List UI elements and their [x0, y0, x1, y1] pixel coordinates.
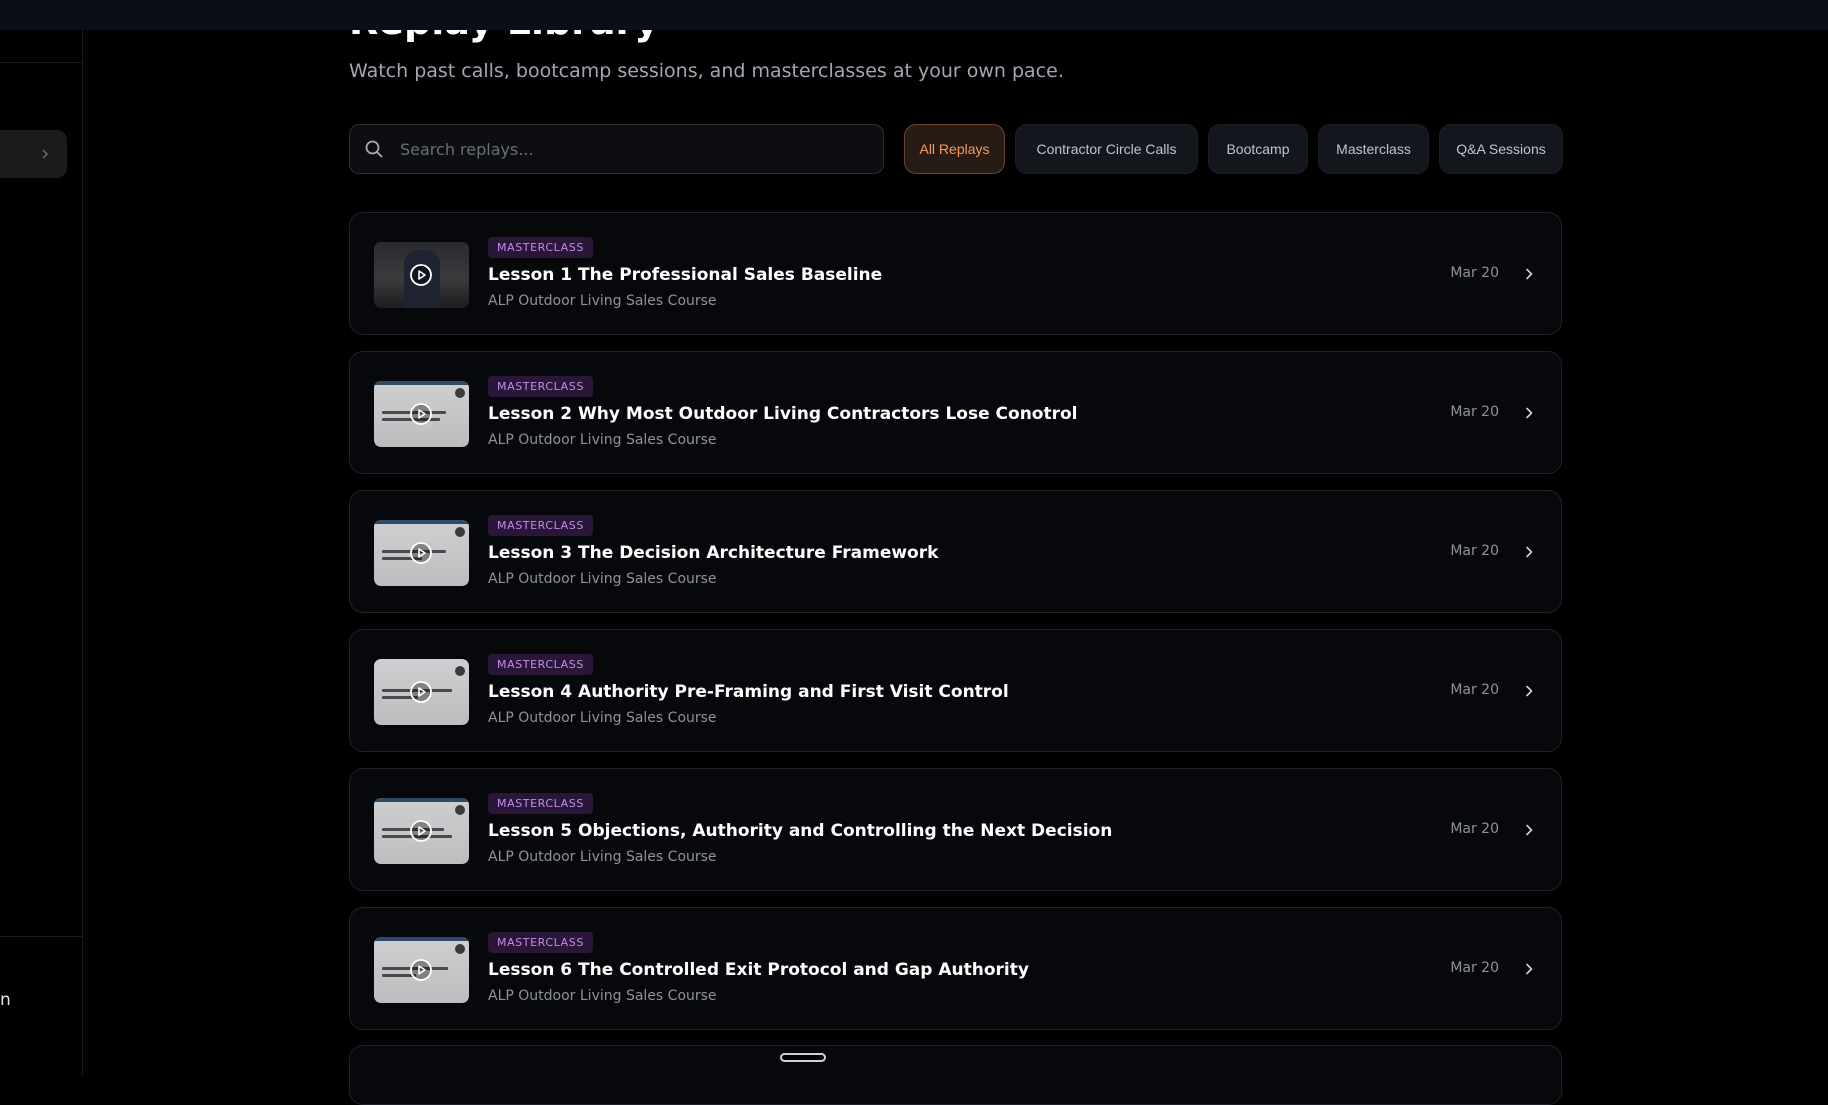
replay-card[interactable]: MASTERCLASS Lesson 3 The Decision Archit… [349, 490, 1562, 613]
chevron-right-icon[interactable] [1521, 544, 1537, 560]
replay-course: ALP Outdoor Living Sales Course [488, 988, 717, 1004]
play-circle-icon [409, 680, 433, 704]
chevron-right-icon[interactable] [1521, 961, 1537, 977]
presenter-avatar [455, 388, 465, 398]
thumbnail-strip [374, 520, 469, 524]
play-circle-icon [409, 541, 433, 565]
top-bar [0, 0, 1828, 30]
replay-date: Mar 20 [1450, 960, 1499, 976]
search-input[interactable] [398, 138, 883, 160]
chevron-right-icon[interactable] [1521, 822, 1537, 838]
chevron-right-icon[interactable] [1521, 683, 1537, 699]
video-thumbnail[interactable] [374, 242, 469, 308]
presenter-avatar [455, 527, 465, 537]
play-circle-icon [409, 402, 433, 426]
replay-title[interactable]: Lesson 6 The Controlled Exit Protocol an… [488, 960, 1029, 980]
replay-card[interactable]: MASTERCLASS Lesson 1 The Professional Sa… [349, 212, 1562, 335]
replay-date: Mar 20 [1450, 543, 1499, 559]
play-circle-icon [409, 263, 433, 287]
replay-card-partial[interactable] [349, 1045, 1562, 1105]
page-subtitle: Watch past calls, bootcamp sessions, and… [349, 60, 1064, 82]
thumbnail-strip [374, 381, 469, 385]
sidebar-partial-label[interactable]: n [0, 990, 11, 1010]
replay-card[interactable]: MASTERCLASS Lesson 5 Objections, Authori… [349, 768, 1562, 891]
category-badge: MASTERCLASS [488, 654, 593, 675]
sidebar-divider [0, 936, 82, 937]
replay-date: Mar 20 [1450, 682, 1499, 698]
category-badge: MASTERCLASS [488, 932, 593, 953]
replay-title[interactable]: Lesson 3 The Decision Architecture Frame… [488, 543, 938, 563]
category-badge: MASTERCLASS [488, 376, 593, 397]
play-circle-icon [409, 819, 433, 843]
filter-masterclass[interactable]: Masterclass [1318, 124, 1429, 174]
replay-course: ALP Outdoor Living Sales Course [488, 571, 717, 587]
replay-card[interactable]: MASTERCLASS Lesson 2 Why Most Outdoor Li… [349, 351, 1562, 474]
filter-bootcamp[interactable]: Bootcamp [1208, 124, 1308, 174]
replay-course: ALP Outdoor Living Sales Course [488, 849, 717, 865]
video-thumbnail[interactable] [374, 520, 469, 586]
play-circle-icon [409, 958, 433, 982]
category-badge: MASTERCLASS [488, 515, 593, 536]
scroll-indicator[interactable] [780, 1053, 826, 1062]
replay-date: Mar 20 [1450, 265, 1499, 281]
video-thumbnail[interactable] [374, 937, 469, 1003]
chevron-right-icon[interactable] [1521, 405, 1537, 421]
sidebar-active-item[interactable] [0, 130, 67, 178]
thumbnail-strip [374, 798, 469, 802]
replay-title[interactable]: Lesson 2 Why Most Outdoor Living Contrac… [488, 404, 1078, 424]
replay-title[interactable]: Lesson 1 The Professional Sales Baseline [488, 265, 882, 285]
category-badge: MASTERCLASS [488, 793, 593, 814]
search-box[interactable] [349, 124, 884, 174]
chevron-right-icon[interactable] [1521, 266, 1537, 282]
video-thumbnail[interactable] [374, 659, 469, 725]
filter-qa-sessions[interactable]: Q&A Sessions [1439, 124, 1563, 174]
chevron-right-icon [37, 146, 53, 162]
replay-card[interactable]: MASTERCLASS Lesson 4 Authority Pre-Frami… [349, 629, 1562, 752]
thumbnail-strip [374, 937, 469, 941]
replay-course: ALP Outdoor Living Sales Course [488, 293, 717, 309]
filter-contractor-circle-calls[interactable]: Contractor Circle Calls [1015, 124, 1198, 174]
replay-title[interactable]: Lesson 5 Objections, Authority and Contr… [488, 821, 1112, 841]
search-icon [364, 138, 386, 160]
video-thumbnail[interactable] [374, 798, 469, 864]
replay-course: ALP Outdoor Living Sales Course [488, 710, 717, 726]
replay-date: Mar 20 [1450, 404, 1499, 420]
replay-card[interactable]: MASTERCLASS Lesson 6 The Controlled Exit… [349, 907, 1562, 1030]
filter-all-replays[interactable]: All Replays [904, 124, 1005, 174]
presenter-avatar [455, 805, 465, 815]
replay-date: Mar 20 [1450, 821, 1499, 837]
video-thumbnail[interactable] [374, 381, 469, 447]
category-badge: MASTERCLASS [488, 237, 593, 258]
replay-title[interactable]: Lesson 4 Authority Pre-Framing and First… [488, 682, 1009, 702]
replay-course: ALP Outdoor Living Sales Course [488, 432, 717, 448]
presenter-avatar [455, 666, 465, 676]
sidebar: n [0, 30, 83, 1075]
sidebar-divider [0, 62, 82, 63]
presenter-avatar [455, 944, 465, 954]
